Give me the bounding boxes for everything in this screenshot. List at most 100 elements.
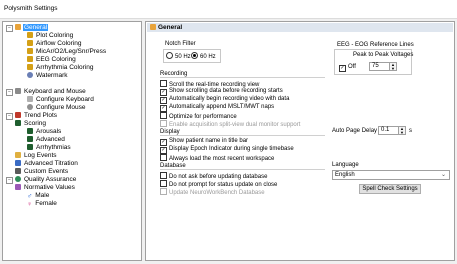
spinner-arrows-icon[interactable]: ▲ ▼ <box>389 63 396 70</box>
checkbox-show-scrolling-data[interactable]: ✓ Show scrolling data before recording st… <box>160 88 283 96</box>
palette-icon <box>27 56 33 62</box>
expand-toggle-normative-values[interactable]: − <box>6 177 13 184</box>
keyboard-icon <box>27 96 33 102</box>
palette-icon <box>27 32 33 38</box>
language-label: Language <box>332 162 359 168</box>
checkbox-show-patient-name[interactable]: ✓ Show patient name in title bar <box>160 138 248 146</box>
chevron-down-icon: ⌄ <box>440 172 446 178</box>
checkbox-split-view-dual-monitor: Enable acquisition split-view dual monit… <box>160 120 300 128</box>
checkbox-box: ✓ <box>339 65 346 72</box>
mouse-icon <box>27 104 33 110</box>
tree-item-arrhythmia-coloring[interactable]: Arrhythmia Coloring <box>27 64 94 72</box>
tree-item-airflow-coloring[interactable]: Airflow Coloring <box>27 40 83 48</box>
window-title: Polysmith Settings <box>4 5 58 12</box>
scoring-icon <box>15 120 21 126</box>
scoring-icon <box>27 144 33 150</box>
spinner-arrows-icon[interactable]: ▲ ▼ <box>398 127 405 134</box>
checkbox-load-recent-workspace[interactable]: Always load the most recent workspace <box>160 154 274 162</box>
keyboard-icon <box>15 88 21 94</box>
eeg-eog-label: EEG - EOG Reference Lines <box>337 42 414 48</box>
radio-50hz[interactable]: 50 Hz <box>166 52 191 60</box>
radio-circle <box>191 52 198 59</box>
expand-toggle-general[interactable]: − <box>6 25 13 32</box>
checkbox-no-ask-update-db[interactable]: Do not ask before updating database <box>160 172 267 180</box>
auto-page-delay-label: Auto Page Delay <box>332 128 378 134</box>
tree-item-arousals[interactable]: Arousals <box>27 128 62 136</box>
radio-60hz[interactable]: 60 Hz <box>191 52 216 60</box>
palette-icon <box>27 40 33 46</box>
notch-filter-label: Notch Filter <box>165 41 196 47</box>
checkbox-box: ✓ <box>160 147 167 154</box>
checkbox-box: ✓ <box>160 89 167 96</box>
tree-item-general[interactable]: General <box>15 24 49 32</box>
female-icon: ♀ <box>27 201 33 208</box>
checkbox-box: ✓ <box>160 97 167 104</box>
checkbox-box <box>160 154 167 161</box>
palette-icon <box>27 64 33 70</box>
checkbox-box: ✓ <box>160 139 167 146</box>
language-select[interactable]: English ⌄ <box>332 170 450 180</box>
checkbox-box <box>160 80 167 87</box>
auto-page-delay-spinner[interactable]: 0.1 ▲ ▼ <box>378 126 406 135</box>
titration-icon <box>15 160 21 166</box>
checkbox-box <box>160 188 167 195</box>
tree-item-micar-coloring[interactable]: MicAr/O2/Leg/Snr/Press <box>27 48 107 56</box>
tree-item-arrhythmias[interactable]: Arrhythmias <box>27 144 72 152</box>
checkbox-epoch-indicator[interactable]: ✓ Display Epoch Indicator during single t… <box>160 146 294 154</box>
tree-item-custom-events[interactable]: Custom Events <box>15 168 69 176</box>
settings-tree[interactable]: − − − − General Plot Coloring Airflow Co… <box>2 21 142 261</box>
checkbox-auto-append-naps[interactable]: ✓ Automatically append MSLT/MWT naps <box>160 104 274 112</box>
tree-item-scoring[interactable]: Scoring <box>15 120 47 128</box>
tree-item-configure-mouse[interactable]: Configure Mouse <box>27 104 87 112</box>
checkbox-update-neuroworkbench: Update NeuroWorkBench Database <box>160 188 265 196</box>
male-icon: ♂ <box>27 193 33 200</box>
panel-header: General <box>147 23 453 32</box>
tree-item-normative-values[interactable]: Normative Values <box>15 184 76 192</box>
general-settings-icon <box>150 24 156 30</box>
checkbox-scroll-realtime[interactable]: Scroll the real-time recording view <box>160 80 259 88</box>
quality-assurance-icon <box>15 176 21 182</box>
log-events-icon <box>15 152 21 158</box>
general-settings-panel: General Notch Filter 50 Hz 60 Hz Recordi… <box>145 21 455 261</box>
palette-icon <box>27 48 33 54</box>
title-bar: Polysmith Settings <box>0 0 457 19</box>
checkbox-box <box>160 120 167 127</box>
tree-item-female[interactable]: ♀ Female <box>27 200 58 208</box>
scoring-icon <box>27 136 33 142</box>
peak-voltage-spinner[interactable]: 75 ▲ ▼ <box>369 62 397 71</box>
tree-item-advanced[interactable]: Advanced <box>27 136 66 144</box>
tree-item-keyboard-mouse[interactable]: Keyboard and Mouse <box>15 88 87 96</box>
checkbox-optimize-performance[interactable]: Optimize for performance <box>160 112 237 120</box>
custom-events-icon <box>15 168 21 174</box>
tree-item-advanced-titration[interactable]: Advanced Titration <box>15 160 79 168</box>
display-divider <box>160 135 325 136</box>
scoring-icon <box>27 128 33 134</box>
recording-divider <box>160 77 325 78</box>
watermark-icon <box>27 72 33 78</box>
checkbox-box <box>160 112 167 119</box>
checkbox-auto-record-video[interactable]: ✓ Automatically begin recording video wit… <box>160 96 289 104</box>
radio-circle <box>166 52 173 59</box>
normative-values-icon <box>15 184 21 190</box>
checkbox-no-prompt-status[interactable]: Do not prompt for status update on close <box>160 180 277 188</box>
tree-item-configure-keyboard[interactable]: Configure Keyboard <box>27 96 95 104</box>
expand-toggle-scoring[interactable]: − <box>6 113 13 120</box>
database-divider <box>160 169 325 170</box>
checkbox-box: ✓ <box>160 105 167 112</box>
tree-item-log-events[interactable]: Log Events <box>15 152 58 160</box>
trend-plot-icon <box>15 112 21 118</box>
expand-toggle-keyboard-mouse[interactable]: − <box>6 89 13 96</box>
checkbox-eeg-eog-off[interactable]: ✓ Off <box>339 64 356 72</box>
peak-to-peak-label: Peak to Peak Voltages <box>353 52 414 58</box>
checkbox-box <box>160 180 167 187</box>
tree-item-plot-coloring[interactable]: Plot Coloring <box>27 32 74 40</box>
spell-check-settings-button[interactable]: Spell Check Settings <box>359 184 421 194</box>
general-settings-icon <box>15 24 21 30</box>
checkbox-box <box>160 172 167 179</box>
tree-item-male[interactable]: ♂ Male <box>27 192 50 200</box>
tree-item-quality-assurance[interactable]: Quality Assurance <box>15 176 77 184</box>
tree-item-eeg-coloring[interactable]: EEG Coloring <box>27 56 77 64</box>
auto-page-delay-unit: s <box>409 128 412 134</box>
tree-item-watermark[interactable]: Watermark <box>27 72 69 80</box>
tree-item-trend-plots[interactable]: Trend Plots <box>15 112 58 120</box>
